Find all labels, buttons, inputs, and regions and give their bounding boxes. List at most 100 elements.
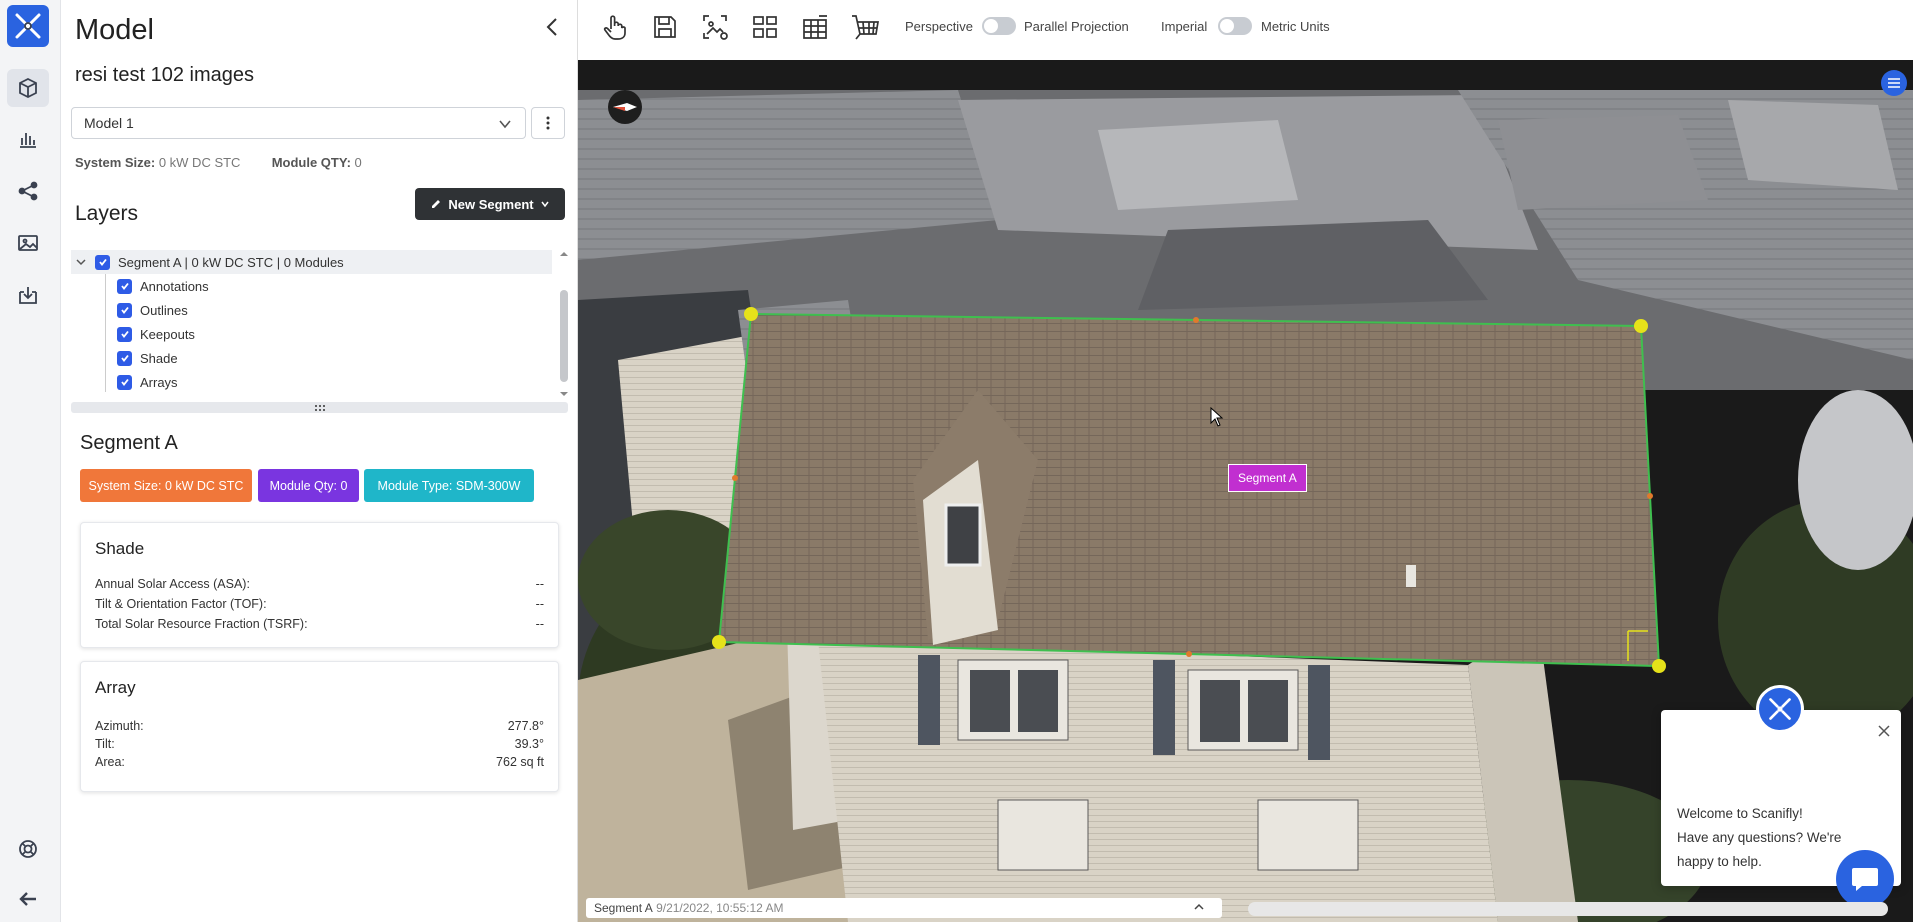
logo-icon bbox=[15, 13, 41, 39]
parallel-projection-label: Parallel Projection bbox=[1024, 19, 1129, 34]
layer-arrays[interactable]: Arrays bbox=[117, 370, 178, 394]
nav-images[interactable] bbox=[7, 224, 49, 262]
check-icon bbox=[98, 258, 107, 266]
layer-shade[interactable]: Shade bbox=[117, 346, 178, 370]
module-qty-label: Module QTY: bbox=[271, 155, 351, 170]
shade-row-tof: Tilt & Orientation Factor (TOF): -- bbox=[95, 597, 544, 611]
pencil-icon bbox=[432, 200, 441, 208]
system-size-value: 0 kW DC STC bbox=[158, 155, 241, 170]
scroll-up-icon[interactable] bbox=[558, 250, 570, 258]
viewport-menu-button[interactable] bbox=[1881, 70, 1907, 96]
download-icon bbox=[19, 287, 37, 304]
nav-help[interactable] bbox=[7, 830, 49, 868]
image-icon bbox=[18, 235, 38, 251]
layer-checkbox[interactable] bbox=[117, 302, 132, 318]
image-settings-icon bbox=[703, 15, 728, 40]
solar-panel-edit-icon bbox=[803, 15, 827, 39]
shade-card: Shade Annual Solar Access (ASA): -- Tilt… bbox=[80, 522, 559, 648]
scroll-down-icon[interactable] bbox=[558, 390, 570, 398]
compass-arrow-icon bbox=[613, 103, 637, 111]
layer-segment-a[interactable]: Segment A | 0 kW DC STC | 0 Modules bbox=[71, 250, 552, 274]
layer-label: Annotations bbox=[140, 278, 209, 294]
array-value: 762 sq ft bbox=[496, 755, 544, 769]
projection-toggle[interactable] bbox=[982, 17, 1016, 35]
grid-icon bbox=[753, 16, 777, 38]
chat-avatar bbox=[1756, 685, 1804, 733]
segment-heading: Segment A bbox=[80, 432, 178, 454]
array-value: 39.3° bbox=[514, 737, 544, 751]
app-root: Model resi test 102 images Model 1 Syste… bbox=[0, 0, 1913, 922]
layer-checkbox[interactable] bbox=[117, 350, 132, 366]
nav-model[interactable] bbox=[7, 69, 49, 107]
shade-value: -- bbox=[535, 597, 544, 611]
nav-download[interactable] bbox=[7, 276, 49, 314]
layer-checkbox[interactable] bbox=[117, 374, 132, 390]
arrow-left-icon bbox=[19, 892, 36, 906]
shade-row-asa: Annual Solar Access (ASA): -- bbox=[95, 577, 544, 591]
layer-annotations[interactable]: Annotations bbox=[117, 274, 209, 298]
array-card: Array Azimuth: 277.8° Tilt: 39.3° Area: … bbox=[80, 661, 559, 792]
layer-checkbox[interactable] bbox=[117, 278, 132, 294]
grid-layout-button[interactable] bbox=[748, 10, 782, 44]
perspective-label: Perspective bbox=[905, 19, 973, 34]
top-toolbar: Perspective Parallel Projection Imperial… bbox=[578, 0, 1913, 60]
module-qty-badge: Module Qty: 0 bbox=[258, 469, 359, 502]
array-row-azimuth: Azimuth: 277.8° bbox=[95, 719, 544, 733]
mouse-cursor-icon bbox=[1210, 407, 1224, 427]
timeline-scrollbar[interactable] bbox=[1248, 902, 1888, 916]
model-panel: Model resi test 102 images Model 1 Syste… bbox=[61, 0, 578, 922]
lifebuoy-icon bbox=[19, 840, 37, 858]
chevron-up-icon[interactable] bbox=[1194, 900, 1204, 914]
scroll-thumb[interactable] bbox=[560, 290, 568, 382]
chat-launcher-button[interactable] bbox=[1836, 850, 1894, 908]
close-icon bbox=[1878, 725, 1890, 737]
panel-layout-button[interactable] bbox=[798, 10, 832, 44]
array-tool-button[interactable] bbox=[848, 10, 882, 44]
layer-checkbox[interactable] bbox=[117, 326, 132, 342]
save-button[interactable] bbox=[648, 10, 682, 44]
nav-back[interactable] bbox=[7, 880, 49, 918]
status-bar[interactable]: Segment A 9/21/2022, 10:55:12 AM bbox=[586, 898, 1222, 918]
layer-keepouts[interactable]: Keepouts bbox=[117, 322, 195, 346]
pan-tool-button[interactable] bbox=[598, 10, 632, 44]
layer-checkbox[interactable] bbox=[95, 254, 110, 270]
layer-outlines[interactable]: Outlines bbox=[117, 298, 188, 322]
chat-line-1: Welcome to Scanifly! bbox=[1677, 806, 1803, 821]
kebab-menu-icon bbox=[546, 116, 550, 130]
grip-icon bbox=[314, 404, 325, 411]
units-toggle[interactable] bbox=[1218, 17, 1252, 35]
compass-widget[interactable] bbox=[608, 90, 642, 124]
scanifly-logo[interactable] bbox=[7, 5, 49, 47]
chevron-down-icon[interactable] bbox=[75, 256, 87, 268]
layers-scrollbar[interactable] bbox=[558, 250, 570, 398]
chat-bubble-icon bbox=[1852, 868, 1878, 891]
status-segment: Segment A bbox=[594, 901, 653, 915]
layer-label: Shade bbox=[140, 350, 178, 366]
array-key: Tilt: bbox=[95, 737, 115, 751]
nav-share[interactable] bbox=[7, 172, 49, 210]
image-capture-button[interactable] bbox=[698, 10, 732, 44]
nav-reports[interactable] bbox=[7, 120, 49, 158]
shade-value: -- bbox=[535, 577, 544, 591]
collapse-panel-button[interactable] bbox=[539, 14, 565, 40]
cube-icon bbox=[19, 77, 37, 99]
shade-heading: Shade bbox=[95, 539, 145, 558]
shade-key: Tilt & Orientation Factor (TOF): bbox=[95, 597, 267, 611]
system-size-badge: System Size: 0 kW DC STC bbox=[80, 469, 252, 502]
scanifly-logo-icon bbox=[1769, 698, 1791, 720]
array-key: Area: bbox=[95, 755, 125, 769]
status-timestamp: 9/21/2022, 10:55:12 AM bbox=[656, 901, 784, 915]
layers-heading: Layers bbox=[75, 202, 139, 225]
array-heading: Array bbox=[95, 678, 136, 697]
model-select[interactable]: Model 1 bbox=[71, 107, 526, 139]
shade-key: Total Solar Resource Fraction (TSRF): bbox=[95, 617, 308, 631]
check-icon bbox=[120, 378, 129, 386]
new-segment-button[interactable]: New Segment bbox=[415, 188, 565, 220]
model-options-button[interactable] bbox=[531, 107, 565, 139]
imperial-label: Imperial bbox=[1161, 19, 1208, 34]
3d-viewport[interactable]: Segment A Welcome to Scanifly! Have any … bbox=[578, 60, 1913, 922]
panel-resize-handle[interactable] bbox=[71, 402, 568, 413]
chat-close-button[interactable] bbox=[1877, 722, 1891, 743]
segment-a-label[interactable]: Segment A bbox=[1228, 464, 1307, 492]
layer-label: Arrays bbox=[140, 374, 178, 390]
